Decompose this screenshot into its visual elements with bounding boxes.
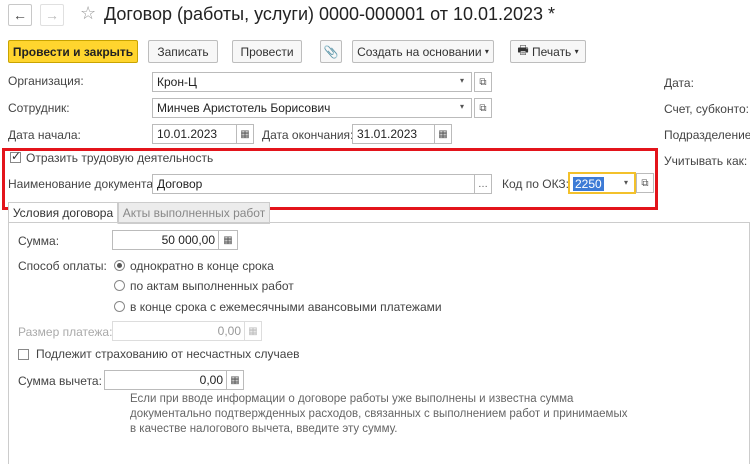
consider-label: Учитывать как: — [664, 154, 748, 168]
attach-button[interactable]: 📎 — [320, 40, 342, 63]
payment-option-acts[interactable] — [114, 280, 125, 291]
payment-size-label: Размер платежа: — [18, 325, 113, 339]
docname-label: Наименование документа: — [8, 177, 157, 191]
window-title: Договор (работы, услуги) 0000-000001 от … — [104, 4, 556, 24]
tab-acts[interactable]: Акты выполненных работ — [118, 202, 270, 224]
deduction-calculator-button[interactable]: ▦ — [226, 370, 244, 390]
payment-size-calculator-button: ▦ — [244, 321, 262, 341]
tab-acts-label: Акты выполненных работ — [122, 206, 266, 220]
save-button[interactable]: Записать — [148, 40, 218, 63]
open-icon: ⧉ — [479, 102, 487, 114]
org-label: Организация: — [8, 74, 84, 88]
sum-field[interactable]: 50 000,00 — [112, 230, 220, 250]
payment-option-acts-label: по актам выполненных работ — [130, 279, 294, 293]
account-label: Счет, субконто: — [664, 102, 749, 116]
print-button[interactable]: 🖶 Печать ▾ — [510, 40, 586, 63]
reflect-label: Отразить трудовую деятельность — [26, 151, 214, 165]
start-date-field[interactable]: 10.01.2023 — [152, 124, 238, 144]
post-and-close-button[interactable]: Провести и закрыть — [8, 40, 138, 63]
tab-conditions-label: Условия договора — [12, 206, 114, 220]
open-icon: ⧉ — [479, 76, 487, 88]
dropdown-arrow-icon: ▾ — [574, 47, 579, 56]
calculator-icon: ▦ — [248, 325, 258, 337]
deduction-label: Сумма вычета: — [18, 374, 102, 388]
open-icon: ⧉ — [641, 177, 649, 189]
dropdown-arrow-icon: ▾ — [484, 47, 489, 56]
create-based-label: Создать на основании — [357, 44, 482, 59]
payment-option-monthly[interactable] — [114, 301, 125, 312]
open-okz-button[interactable]: ⧉ — [636, 173, 654, 193]
okz-label: Код по ОКЗ: — [502, 177, 570, 191]
end-date-calendar-button[interactable]: ▦ — [434, 124, 452, 144]
okz-value: 2250 — [573, 177, 604, 191]
insurance-label: Подлежит страхованию от несчастных случа… — [36, 347, 300, 361]
back-button[interactable]: ← — [8, 4, 32, 26]
insurance-checkbox[interactable] — [18, 349, 29, 360]
deduction-hint: Если при вводе информации о договоре раб… — [130, 393, 628, 435]
post-and-close-label: Провести и закрыть — [12, 44, 134, 59]
favorite-star-icon[interactable]: ☆ — [80, 3, 96, 24]
end-date-field[interactable]: 31.01.2023 — [352, 124, 436, 144]
employee-label: Сотрудник: — [8, 101, 70, 115]
sum-label: Сумма: — [18, 234, 60, 248]
calculator-icon: ▦ — [230, 374, 240, 386]
chevron-down-icon[interactable]: ▾ — [460, 76, 464, 85]
end-date-label: Дата окончания: — [262, 128, 354, 142]
calendar-icon: ▦ — [240, 128, 250, 140]
employee-field[interactable]: Минчев Аристотель Борисович — [152, 98, 472, 118]
docname-select-button[interactable]: … — [474, 174, 492, 194]
date-label: Дата: — [664, 76, 694, 90]
open-employee-button[interactable]: ⧉ — [474, 98, 492, 118]
calendar-icon: ▦ — [438, 128, 448, 140]
payment-option-once-label: однократно в конце срока — [130, 259, 274, 273]
arrow-right-icon: → — [45, 7, 59, 23]
start-date-label: Дата начала: — [8, 128, 81, 142]
post-button[interactable]: Провести — [232, 40, 302, 63]
arrow-left-icon: ← — [13, 7, 27, 23]
payment-label: Способ оплаты: — [18, 259, 107, 273]
print-label: Печать — [532, 44, 572, 59]
ellipsis-icon: … — [478, 178, 488, 190]
calculator-icon: ▦ — [223, 234, 233, 246]
start-date-calendar-button[interactable]: ▦ — [236, 124, 254, 144]
forward-button[interactable]: → — [40, 4, 64, 26]
paperclip-icon: 📎 — [323, 44, 339, 59]
sum-calculator-button[interactable]: ▦ — [218, 230, 238, 250]
chevron-down-icon[interactable]: ▾ — [460, 102, 464, 111]
create-based-button[interactable]: Создать на основании ▾ — [352, 40, 494, 63]
deduction-field[interactable]: 0,00 — [104, 370, 228, 390]
post-label: Провести — [240, 44, 294, 59]
docname-field[interactable]: Договор — [152, 174, 476, 194]
payment-option-monthly-label: в конце срока с ежемесячными авансовыми … — [130, 300, 442, 314]
payment-option-once[interactable] — [114, 260, 125, 271]
save-label: Записать — [157, 44, 209, 59]
open-org-button[interactable]: ⧉ — [474, 72, 492, 92]
chevron-down-icon[interactable]: ▾ — [624, 178, 628, 187]
reflect-checkbox[interactable]: ✓ — [10, 149, 22, 163]
tab-conditions[interactable]: Условия договора — [8, 202, 118, 224]
checkmark-icon: ✓ — [11, 149, 22, 163]
org-field[interactable]: Крон-Ц — [152, 72, 472, 92]
payment-size-field: 0,00 — [112, 321, 246, 341]
division-label: Подразделение: — [664, 128, 750, 142]
printer-icon: 🖶 — [517, 43, 529, 57]
